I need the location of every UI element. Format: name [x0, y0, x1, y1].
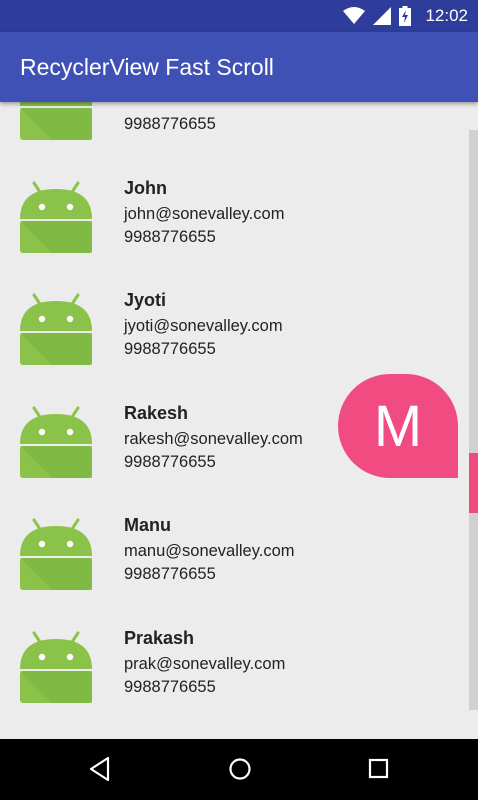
- contact-name: Prakash: [124, 627, 195, 648]
- contact-name: Jyoti: [124, 290, 167, 310]
- recents-icon[interactable]: [368, 756, 390, 782]
- android-avatar-icon: [18, 175, 94, 255]
- contact-name: Manu: [124, 515, 171, 535]
- contact-email: jyoti@sonevalley.com: [124, 317, 283, 335]
- android-avatar-icon: [18, 625, 94, 705]
- contact-email: rakesh@sonevalley.com: [124, 429, 303, 448]
- fast-scroll-track[interactable]: [469, 130, 478, 710]
- android-avatar-icon: [18, 287, 94, 367]
- contact-phone: 9988776655: [124, 677, 216, 696]
- app-title: RecyclerView Fast Scroll: [20, 54, 274, 80]
- contact-email: manu@sonevalley.com: [124, 542, 295, 560]
- home-icon[interactable]: [227, 756, 253, 782]
- contact-phone: 9988776655: [124, 340, 216, 358]
- back-icon[interactable]: [88, 756, 112, 782]
- list-item[interactable]: Prakash prak@sonevalley.com 9988776655: [0, 603, 478, 716]
- contact-phone: 9988776655: [124, 565, 216, 583]
- list-item[interactable]: Puja: [0, 715, 478, 739]
- list-item[interactable]: 9988776655: [0, 102, 478, 153]
- status-bar: 12:02: [0, 0, 478, 32]
- fast-scroll-thumb[interactable]: [469, 453, 478, 513]
- contact-phone: 9988776655: [124, 115, 216, 133]
- fast-scroll-bubble: M: [338, 374, 458, 478]
- contact-name: Rakesh: [124, 402, 189, 423]
- android-avatar-icon: [18, 102, 94, 142]
- cell-signal-icon: [373, 7, 392, 25]
- contact-email: prak@sonevalley.com: [124, 654, 286, 673]
- contact-email: john@sonevalley.com: [124, 204, 285, 223]
- list-item[interactable]: Manu manu@sonevalley.com 9988776655: [0, 490, 478, 603]
- android-avatar-icon: [18, 512, 94, 592]
- app-bar: RecyclerView Fast Scroll: [0, 32, 478, 102]
- contact-phone: 9988776655: [124, 227, 216, 246]
- android-avatar-icon: [18, 400, 94, 480]
- status-icons: 12:02: [343, 6, 468, 26]
- navigation-bar: [0, 739, 478, 800]
- battery-charging-icon: [399, 6, 412, 26]
- fast-scroll-bubble-letter: M: [373, 393, 423, 459]
- list-item[interactable]: John john@sonevalley.com 9988776655: [0, 153, 478, 266]
- contact-phone: 9988776655: [124, 452, 216, 471]
- contact-name: John: [124, 177, 167, 198]
- status-time: 12:02: [425, 6, 468, 25]
- list-item[interactable]: Jyoti jyoti@sonevalley.com 9988776655: [0, 265, 478, 378]
- wifi-icon: [343, 7, 366, 24]
